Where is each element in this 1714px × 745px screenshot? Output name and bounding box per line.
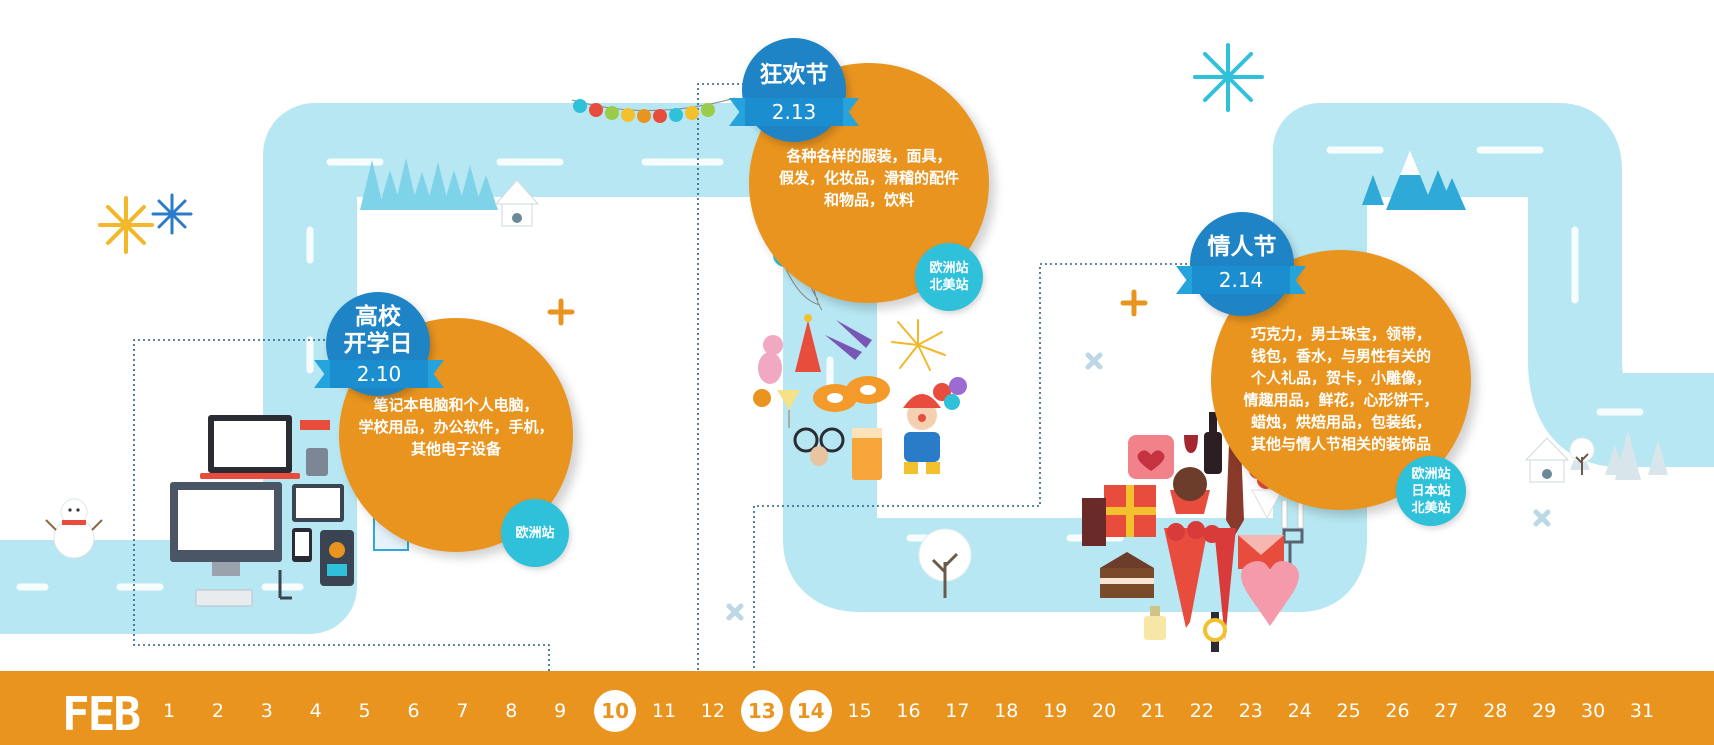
pig-juggler-icon	[753, 335, 783, 407]
day-3: 3	[260, 700, 273, 722]
day-21: 21	[1140, 700, 1166, 722]
day-24: 24	[1287, 700, 1312, 722]
clown-icon	[903, 394, 941, 474]
day-11: 11	[651, 700, 677, 722]
day-20: 20	[1092, 700, 1117, 722]
tablet-icon	[292, 484, 344, 522]
gift-box-icon	[1082, 485, 1156, 546]
day-28: 28	[1483, 700, 1508, 722]
day-7: 7	[456, 700, 469, 722]
day-15: 15	[847, 700, 872, 722]
date-ribbon: 2.14	[1176, 266, 1306, 294]
day-22: 22	[1189, 700, 1214, 722]
day-18: 18	[994, 700, 1019, 722]
snowflake-icon	[151, 193, 193, 235]
day-31: 31	[1629, 700, 1655, 722]
event-title: 狂欢节	[759, 62, 829, 88]
day-2: 2	[211, 700, 224, 722]
site-badge: 欧洲站 日本站 北美站	[1396, 456, 1466, 526]
site-badge: 欧洲站	[501, 499, 569, 567]
day-12: 12	[700, 700, 725, 722]
event-date: 2.14	[1218, 268, 1264, 292]
day-25: 25	[1336, 700, 1361, 722]
event-title-badge: 情人节	[1190, 212, 1294, 316]
day-29: 29	[1532, 700, 1557, 722]
timeline-bar: FEB 1 2 3 4 5 6 7 8 9 10 11 12 13 14 15 16 17 18 19 20 21 22 2…	[0, 671, 1714, 745]
day-23: 23	[1238, 700, 1263, 722]
event-description: 笔记本电脑和个人电脑， 学校用品，办公软件，手机， 其他电子设备	[358, 396, 554, 458]
snowflake-icon	[1193, 43, 1264, 112]
cupcake-icon	[1170, 467, 1210, 514]
day-16: 16	[896, 700, 921, 722]
day-6: 6	[407, 700, 420, 722]
day-4: 4	[309, 700, 322, 722]
day-14: 14	[789, 690, 832, 732]
event-date: 2.10	[356, 362, 402, 386]
month-label: FEB	[62, 687, 141, 741]
day-27: 27	[1434, 700, 1459, 722]
event-title: 高校 开学日	[343, 304, 413, 357]
event-date: 2.13	[771, 100, 817, 124]
day-30: 30	[1581, 700, 1606, 722]
event-description: 各种各样的服装，面具， 假发，化妆品，滑稽的配件 和物品，饮料	[778, 147, 959, 209]
date-ribbon: 2.13	[729, 98, 859, 126]
heart-cake-icon	[1241, 561, 1299, 626]
event-description: 巧克力，男士珠宝，领带， 钱包，香水，与男性有关的 个人礼品，贺卡，小雕像， 情…	[1243, 325, 1439, 453]
laptop-icon	[200, 415, 300, 479]
day-19: 19	[1043, 700, 1068, 722]
heart-box-icon	[1128, 435, 1174, 479]
day-8: 8	[505, 700, 518, 722]
day-13: 13	[740, 690, 783, 732]
event-title-badge: 狂欢节	[742, 38, 846, 142]
day-9: 9	[554, 700, 567, 722]
day-5: 5	[358, 700, 371, 722]
day-26: 26	[1385, 700, 1410, 722]
day-1: 1	[162, 700, 176, 722]
sparkle-icon	[98, 196, 154, 254]
day-17: 17	[945, 700, 970, 722]
event-title: 情人节	[1207, 234, 1277, 260]
site-badge: 欧洲站 北美站	[915, 243, 983, 311]
date-ribbon: 2.10	[314, 360, 444, 388]
day-10: 10	[594, 690, 637, 732]
wine-bottle-icon	[1184, 412, 1222, 474]
